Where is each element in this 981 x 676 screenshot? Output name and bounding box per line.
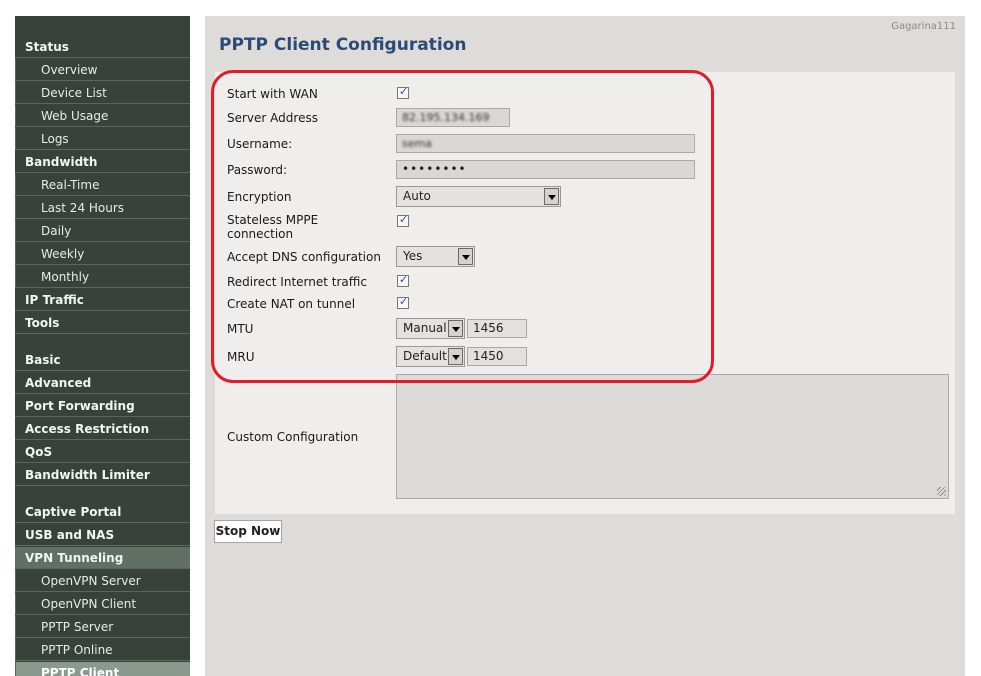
sidebar-item-device-list[interactable]: Device List [15, 82, 190, 104]
server-address-value: 82.195.134.169 [402, 111, 490, 124]
sidebar-item-tools[interactable]: Tools [15, 312, 190, 334]
sidebar-item-openvpn-client[interactable]: OpenVPN Client [15, 593, 190, 615]
username-input[interactable]: sema [396, 134, 695, 153]
chevron-down-icon [544, 188, 559, 205]
sidebar-item-pptp-server[interactable]: PPTP Server [15, 616, 190, 638]
redirect-internet-checkbox[interactable] [397, 273, 409, 287]
mru-label: MRU [227, 350, 255, 364]
stateless-mppe-label: Stateless MPPE connection [227, 213, 318, 241]
mtu-input[interactable]: 1456 [467, 319, 527, 338]
accept-dns-select[interactable]: Yes [396, 246, 475, 267]
sidebar-item-vpn-tunneling[interactable]: VPN Tunneling [15, 547, 190, 569]
server-address-input[interactable]: 82.195.134.169 [396, 108, 510, 127]
sidebar-item-port-forwarding[interactable]: Port Forwarding [15, 395, 190, 417]
username-label: Username: [227, 137, 293, 151]
sidebar-nav: Status Overview Device List Web Usage Lo… [15, 16, 190, 676]
encryption-label: Encryption [227, 190, 292, 204]
sidebar-item-captive-portal[interactable]: Captive Portal [15, 501, 190, 523]
stop-now-button[interactable]: Stop Now [214, 520, 282, 543]
chevron-down-icon [448, 320, 463, 337]
chevron-down-icon [448, 348, 463, 365]
sidebar-item-status[interactable]: Status [15, 36, 190, 58]
sidebar-item-pptp-client[interactable]: PPTP Client [15, 662, 190, 676]
server-address-label: Server Address [227, 111, 318, 125]
sidebar-item-bandwidth-limiter[interactable]: Bandwidth Limiter [15, 464, 190, 486]
sidebar-item-overview[interactable]: Overview [15, 59, 190, 81]
mtu-label: MTU [227, 322, 254, 336]
sidebar-item-last-24-hours[interactable]: Last 24 Hours [15, 197, 190, 219]
sidebar-item-daily[interactable]: Daily [15, 220, 190, 242]
mtu-mode-select[interactable]: Manual [396, 318, 465, 339]
sidebar-item-usb-and-nas[interactable]: USB and NAS [15, 524, 190, 546]
sidebar-item-logs[interactable]: Logs [15, 128, 190, 150]
chevron-down-icon [458, 248, 473, 265]
start-with-wan-label: Start with WAN [227, 87, 318, 101]
content-area: Gagarina111 PPTP Client Configuration St… [205, 16, 965, 676]
stateless-mppe-checkbox[interactable] [397, 213, 409, 227]
mru-input[interactable]: 1450 [467, 347, 527, 366]
page-title: PPTP Client Configuration [219, 35, 467, 55]
sidebar-item-real-time[interactable]: Real-Time [15, 174, 190, 196]
sidebar-item-web-usage[interactable]: Web Usage [15, 105, 190, 127]
mru-mode-select[interactable]: Default [396, 346, 465, 367]
sidebar-item-pptp-online[interactable]: PPTP Online [15, 639, 190, 661]
stateless-mppe-label-line1: Stateless MPPE [227, 213, 319, 227]
accept-dns-label: Accept DNS configuration [227, 250, 381, 264]
sidebar-item-basic[interactable]: Basic [15, 349, 190, 371]
sidebar-item-qos[interactable]: QoS [15, 441, 190, 463]
encryption-select[interactable]: Auto [396, 186, 561, 207]
sidebar-item-weekly[interactable]: Weekly [15, 243, 190, 265]
router-name: Gagarina111 [891, 21, 956, 32]
custom-config-label: Custom Configuration [227, 430, 359, 444]
sidebar-item-ip-traffic[interactable]: IP Traffic [15, 289, 190, 311]
password-input[interactable]: •••••••• [396, 160, 695, 179]
stateless-mppe-label-line2: connection [227, 227, 294, 241]
sidebar-item-monthly[interactable]: Monthly [15, 266, 190, 288]
start-with-wan-checkbox[interactable] [397, 85, 409, 99]
username-value: sema [402, 137, 432, 150]
encryption-value: Auto [403, 189, 431, 203]
mtu-mode-value: Manual [403, 321, 447, 335]
sidebar-item-advanced[interactable]: Advanced [15, 372, 190, 394]
redirect-internet-label: Redirect Internet traffic [227, 275, 367, 289]
accept-dns-value: Yes [403, 249, 423, 263]
create-nat-label: Create NAT on tunnel [227, 297, 356, 311]
create-nat-checkbox[interactable] [397, 295, 409, 309]
resize-grip-icon[interactable] [937, 487, 946, 496]
mru-mode-value: Default [403, 349, 447, 363]
sidebar-item-bandwidth[interactable]: Bandwidth [15, 151, 190, 173]
sidebar-item-openvpn-server[interactable]: OpenVPN Server [15, 570, 190, 592]
pptp-config-form: Start with WAN Server Address 82.195.134… [215, 72, 955, 514]
sidebar-item-access-restriction[interactable]: Access Restriction [15, 418, 190, 440]
password-label: Password: [227, 163, 288, 177]
router-admin-window: Status Overview Device List Web Usage Lo… [0, 0, 981, 676]
custom-config-textarea[interactable] [396, 374, 949, 499]
